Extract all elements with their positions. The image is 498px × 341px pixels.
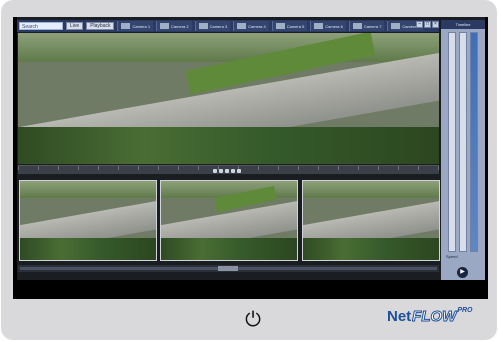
live-button[interactable]: Live	[66, 22, 84, 30]
logo-net: Net	[387, 308, 412, 325]
camera-thumb-icon	[237, 23, 247, 29]
close-icon[interactable]: ×	[432, 21, 439, 28]
scrollbar-thumb[interactable]	[218, 266, 238, 271]
maximize-icon[interactable]: □	[424, 21, 431, 28]
camera-tab[interactable]: Camera 7	[348, 21, 385, 31]
right-panel-title: Timeline	[441, 20, 485, 29]
camera-tab[interactable]: Camera 2	[156, 21, 192, 31]
camera-tab[interactable]: Camera 4	[233, 21, 269, 31]
camera-thumb-icon	[352, 23, 362, 29]
right-panel: Timeline Speed ▶	[441, 20, 485, 280]
playback-button[interactable]: Playback	[86, 22, 115, 30]
camera-thumb-icon	[391, 23, 401, 29]
camera-thumb-icon	[275, 23, 285, 29]
pause-icon[interactable]	[225, 169, 229, 173]
camera-thumb-icon	[160, 23, 170, 29]
track-slider[interactable]	[448, 32, 456, 252]
camera-view-3[interactable]	[303, 181, 439, 260]
camera-view-1[interactable]	[20, 181, 156, 260]
speed-label: Speed	[446, 254, 458, 259]
track-slider[interactable]	[470, 32, 478, 252]
nvr-client-window: Search Live Playback Camera 1 Camera 2 C…	[17, 17, 485, 280]
horizontal-scrollbar[interactable]	[18, 265, 439, 272]
camera-view-2[interactable]	[161, 181, 297, 260]
step-back-icon[interactable]	[219, 169, 223, 173]
monitor-bezel: Search Live Playback Camera 1 Camera 2 C…	[1, 0, 497, 340]
play-icon[interactable]: ▶	[457, 267, 468, 278]
power-icon[interactable]: ⏻	[242, 308, 264, 330]
minimize-icon[interactable]: –	[416, 21, 423, 28]
camera-thumb-icon	[121, 23, 131, 29]
brand-logo: Net FLOW PRO	[387, 307, 473, 326]
top-toolbar: Search Live Playback Camera 1 Camera 2 C…	[17, 20, 439, 32]
fast-forward-icon[interactable]	[237, 169, 241, 173]
panel-tracks	[443, 32, 483, 252]
logo-flow: FLOW	[412, 308, 457, 326]
logo-pro: PRO	[457, 307, 473, 314]
window-controls: – □ ×	[416, 21, 439, 28]
screen: Search Live Playback Camera 1 Camera 2 C…	[13, 17, 488, 299]
rewind-icon[interactable]	[213, 169, 217, 173]
camera-tab[interactable]: Camera 1	[117, 21, 154, 31]
camera-thumb-icon	[198, 23, 208, 29]
playback-controls	[213, 169, 241, 173]
step-forward-icon[interactable]	[231, 169, 235, 173]
track-slider[interactable]	[459, 32, 467, 252]
main-camera-view[interactable]	[18, 33, 439, 164]
camera-tab[interactable]: Camera 3	[194, 21, 231, 31]
playback-timeline[interactable]	[18, 165, 439, 174]
camera-tab[interactable]: Camera 6	[310, 21, 346, 31]
camera-tab[interactable]: Camera 5	[271, 21, 308, 31]
search-input[interactable]: Search	[19, 22, 63, 30]
camera-thumb-icon	[314, 23, 324, 29]
